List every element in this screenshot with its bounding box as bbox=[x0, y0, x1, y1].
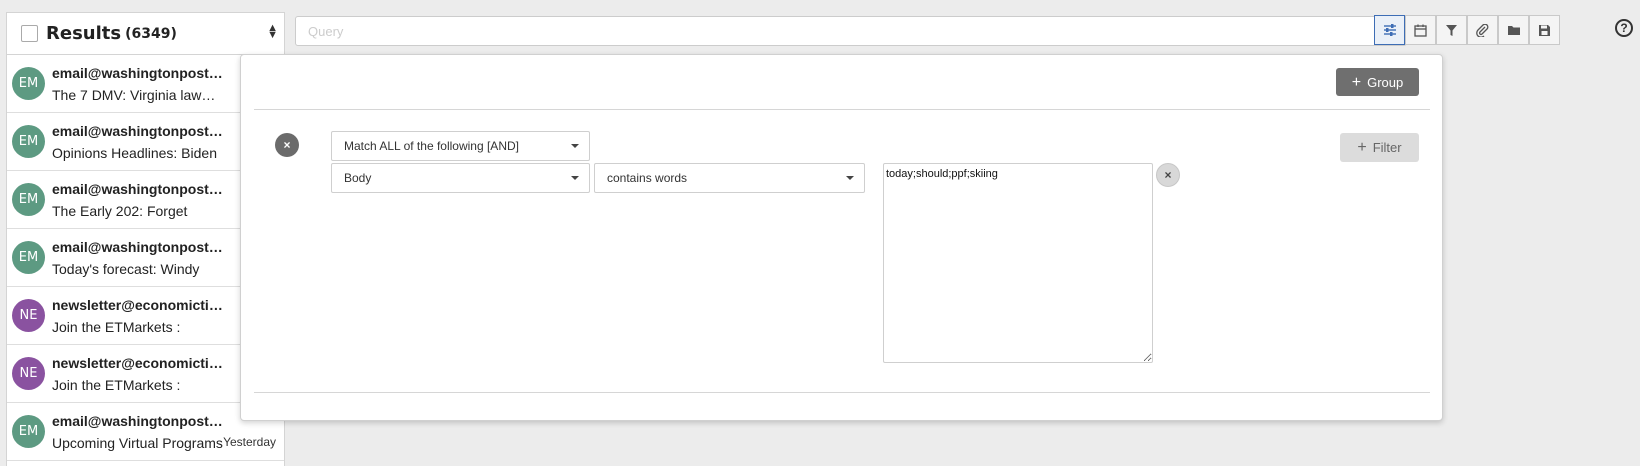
avatar: EM bbox=[12, 415, 45, 448]
sender: email@washingtonpost.com bbox=[52, 412, 224, 429]
sender: email@washingtonpost.com bbox=[52, 180, 224, 197]
subject: The 7 DMV: Virginia lawmakers bbox=[52, 86, 224, 103]
date: Yesterday bbox=[223, 435, 276, 449]
paperclip-icon bbox=[1476, 23, 1489, 37]
add-group-button[interactable]: + Group bbox=[1336, 68, 1419, 96]
search-input[interactable] bbox=[296, 17, 1406, 45]
results-count: (6349) bbox=[125, 25, 177, 42]
save-icon bbox=[1539, 24, 1550, 36]
sort-icon[interactable]: ▲ ▼ bbox=[267, 23, 278, 41]
subject: Join the ETMarkets : bbox=[52, 376, 181, 393]
funnel-button[interactable] bbox=[1436, 15, 1467, 45]
sender: newsletter@economictimes.com bbox=[52, 354, 224, 371]
top-divider bbox=[254, 109, 1430, 110]
subject: Upcoming Virtual Programs bbox=[52, 434, 223, 451]
field-select[interactable]: Body bbox=[331, 163, 590, 193]
list-item-text: email@washingtonpost.com The 7 DMV: Virgi… bbox=[52, 64, 224, 104]
avatar: EM bbox=[12, 241, 45, 274]
subject: Opinions Headlines: Biden bbox=[52, 144, 217, 161]
calendar-button[interactable] bbox=[1405, 15, 1436, 45]
chevron-down-icon bbox=[571, 176, 579, 180]
add-filter-button[interactable]: + Filter bbox=[1340, 133, 1419, 162]
list-item-text: email@washingtonpost.com The Early 202: F… bbox=[52, 180, 224, 220]
save-button[interactable] bbox=[1529, 15, 1560, 45]
add-filter-label: Filter bbox=[1372, 140, 1402, 155]
sender: email@washingtonpost.com bbox=[52, 122, 224, 139]
list-item-text: newsletter@economictimes.com Join the ETM… bbox=[52, 354, 224, 394]
operator-select[interactable]: contains words bbox=[594, 163, 865, 193]
sender: newsletter@economictimes.com bbox=[52, 296, 224, 313]
filter-settings-button[interactable] bbox=[1374, 15, 1405, 45]
avatar: EM bbox=[12, 67, 45, 100]
attachment-button[interactable] bbox=[1467, 15, 1498, 45]
folder-button[interactable] bbox=[1498, 15, 1529, 45]
field-value: Body bbox=[344, 171, 372, 185]
match-mode-value: Match ALL of the following [AND] bbox=[344, 139, 519, 153]
select-all-checkbox[interactable] bbox=[21, 25, 38, 42]
filter-value-textarea[interactable] bbox=[883, 163, 1153, 363]
subject: Join the ETMarkets : bbox=[52, 318, 181, 335]
match-mode-select[interactable]: Match ALL of the following [AND] bbox=[331, 131, 590, 161]
plus-icon: + bbox=[1351, 73, 1362, 91]
subject: The Early 202: Forget bbox=[52, 202, 188, 219]
help-icon[interactable]: ? bbox=[1615, 19, 1633, 37]
operator-value: contains words bbox=[607, 171, 688, 185]
funnel-icon bbox=[1446, 24, 1457, 36]
avatar: NE bbox=[12, 357, 45, 390]
list-item-text: email@washingtonpost.com Today's forecast… bbox=[52, 238, 224, 278]
avatar: NE bbox=[12, 299, 45, 332]
list-item-text: email@washingtonpost.com Opinions Headlin… bbox=[52, 122, 224, 162]
results-header: Results (6349) ▲ ▼ bbox=[7, 13, 284, 55]
results-title: Results bbox=[46, 23, 122, 44]
search-bar bbox=[295, 16, 1407, 46]
sliders-icon bbox=[1383, 24, 1396, 36]
remove-rule-button[interactable]: × bbox=[1156, 163, 1180, 187]
list-item-text: newsletter@economictimes.com Join the ETM… bbox=[52, 296, 224, 336]
add-group-label: Group bbox=[1367, 74, 1404, 90]
chevron-down-icon bbox=[846, 176, 854, 180]
subject: Today's forecast: Windy bbox=[52, 260, 200, 277]
close-icon: × bbox=[1164, 168, 1172, 182]
sender: email@washingtonpost.com bbox=[52, 64, 224, 81]
sender: email@washingtonpost.com bbox=[52, 238, 224, 255]
close-icon: × bbox=[283, 138, 291, 152]
chevron-down-icon bbox=[571, 144, 579, 148]
avatar: EM bbox=[12, 125, 45, 158]
avatar: EM bbox=[12, 183, 45, 216]
list-item-text: email@washingtonpost.com Upcoming Virtual… bbox=[52, 412, 224, 452]
remove-group-button[interactable]: × bbox=[275, 133, 299, 157]
filter-popover: + Group × Match ALL of the following [AN… bbox=[240, 54, 1443, 421]
folder-icon bbox=[1507, 25, 1520, 35]
bottom-divider bbox=[254, 392, 1430, 393]
calendar-icon bbox=[1414, 24, 1427, 37]
plus-icon: + bbox=[1357, 139, 1367, 156]
